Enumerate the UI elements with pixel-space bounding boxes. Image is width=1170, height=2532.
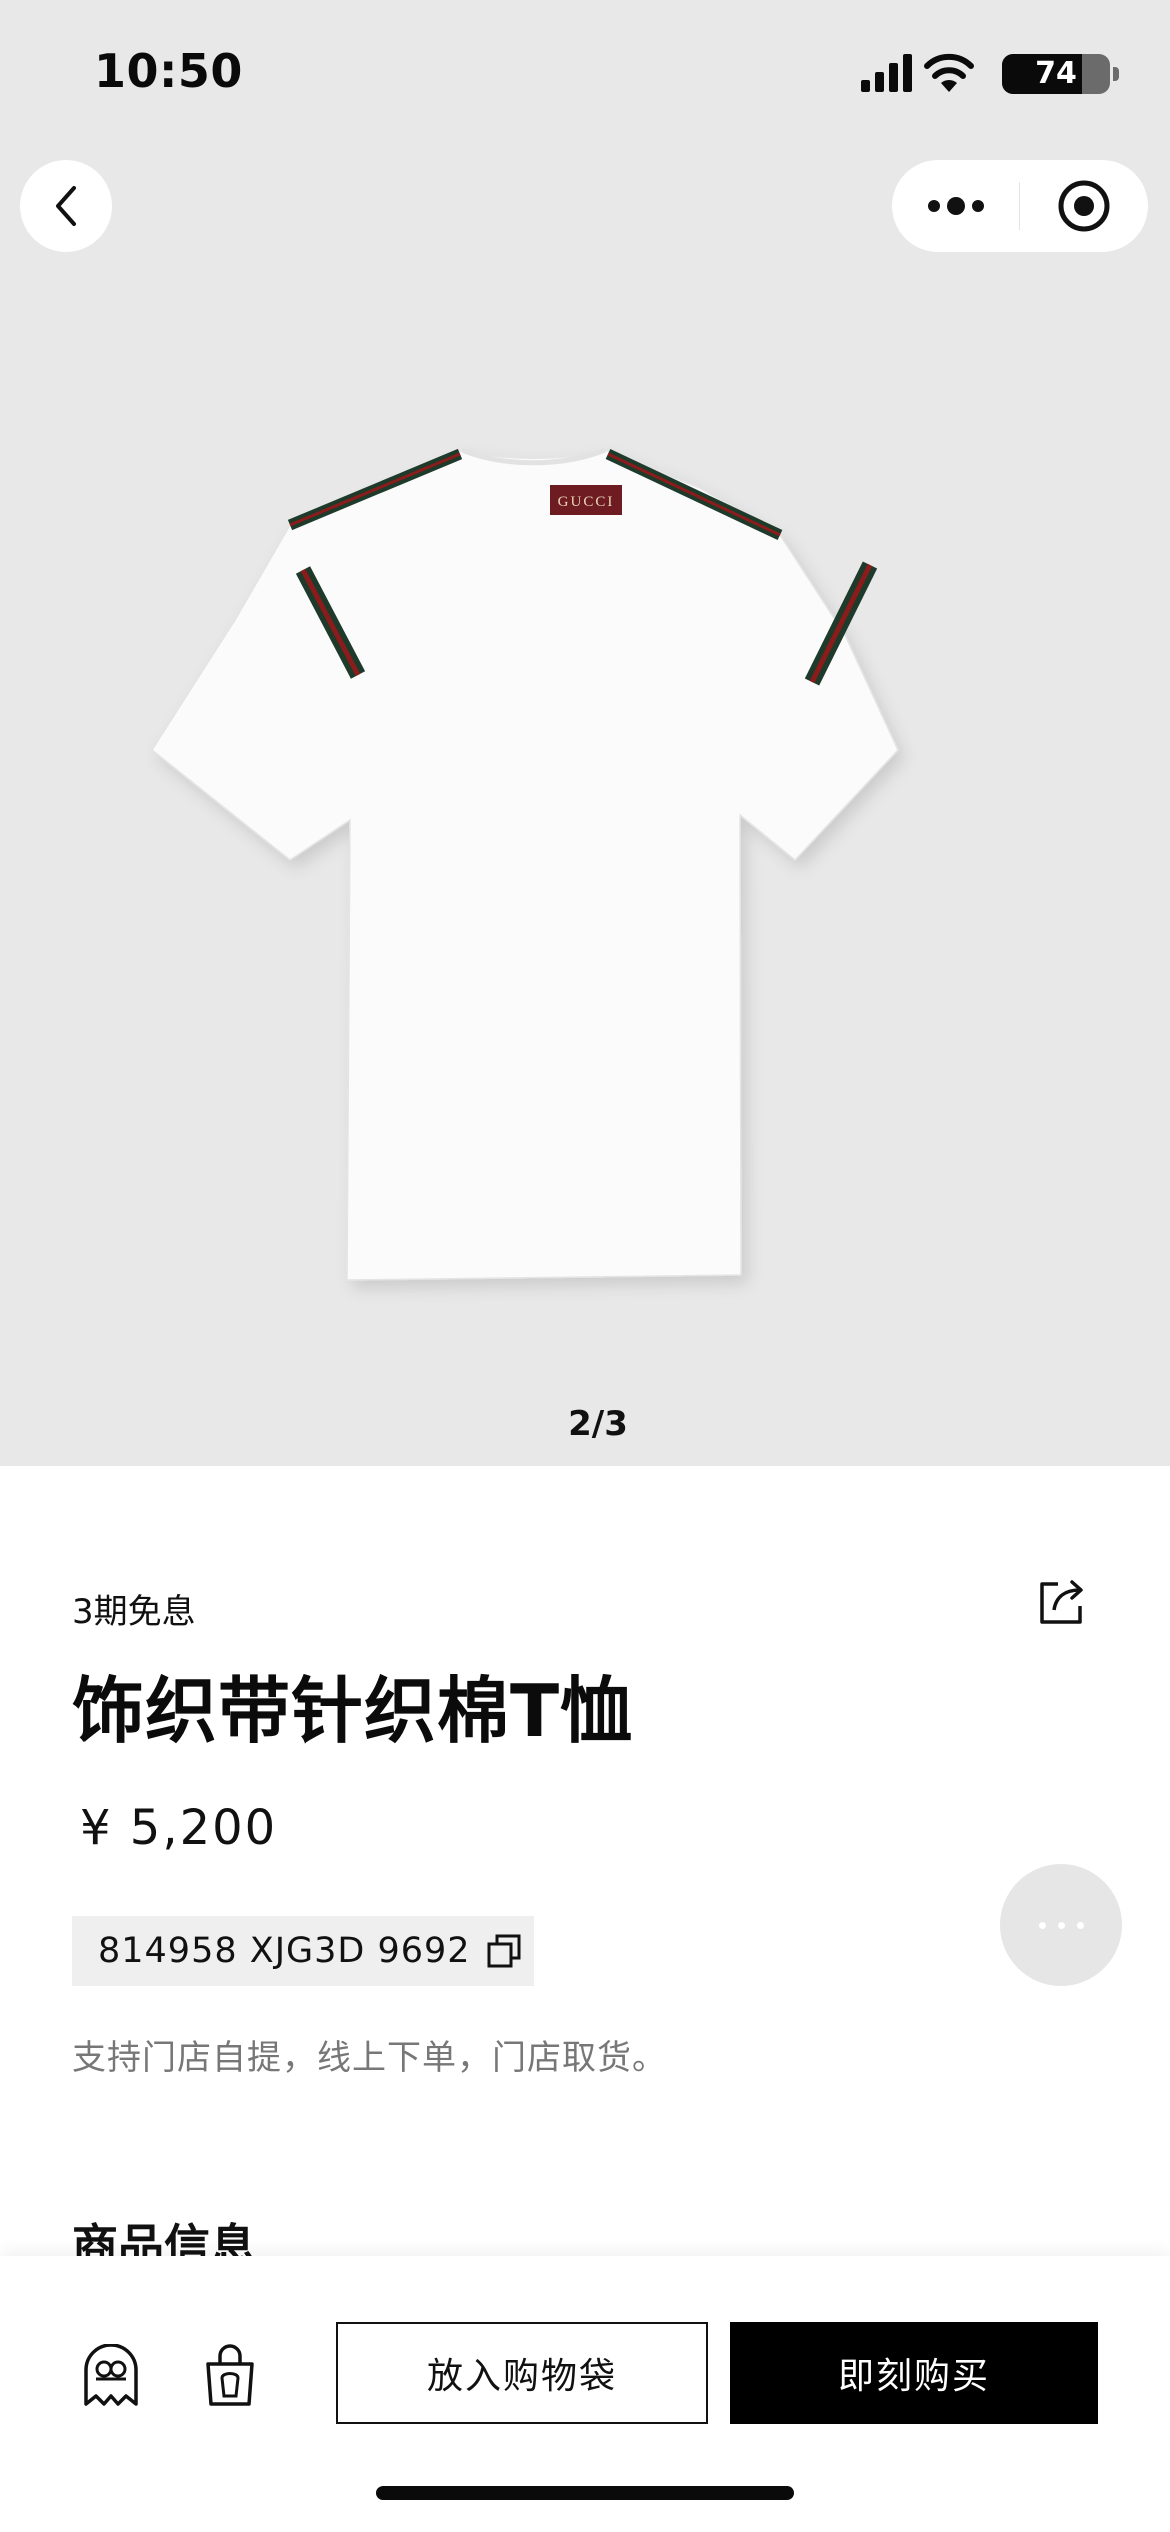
back-button[interactable] [20,160,112,252]
installment-badge: 3期免息 [72,1592,196,1632]
signal-icon [861,54,912,92]
capsule-more-button[interactable] [892,160,1019,252]
product-detail-page: 10:50 74 GUCCI 2/3 3期免息 饰织带针织棉T恤 ¥ 5,200… [0,0,1170,2532]
status-time: 10:50 [94,44,243,98]
close-target-icon [1058,180,1110,232]
ghost-icon[interactable] [80,2344,142,2408]
sku-code: 814958 XJG3D 9692 [98,1931,471,1971]
floating-more-button[interactable] [1000,1864,1122,1986]
ellipsis-icon-dot [1076,1921,1084,1929]
add-to-bag-button[interactable]: 放入购物袋 [336,2322,708,2424]
ellipsis-icon-dot [1057,1921,1065,1929]
sku-box[interactable]: 814958 XJG3D 9692 [72,1916,534,1986]
chevron-left-icon [56,186,76,226]
mini-program-capsule [892,160,1148,252]
product-gallery[interactable]: 10:50 74 GUCCI 2/3 [0,0,1170,1466]
share-icon[interactable] [1034,1574,1090,1630]
image-counter: 2/3 [568,1404,628,1444]
product-image-tshirt: GUCCI [151,447,899,1281]
copy-icon[interactable] [485,1932,523,1970]
brand-label-text: GUCCI [558,494,615,510]
pickup-note: 支持门店自提，线上下单，门店取货。 [72,2038,667,2078]
home-indicator[interactable] [376,2486,794,2500]
buy-now-button[interactable]: 即刻购买 [730,2322,1098,2424]
battery-level: 74 [1035,56,1077,91]
more-dots-icon [927,197,984,215]
ellipsis-icon-dot [1038,1921,1046,1929]
product-title: 饰织带针织棉T恤 [72,1669,634,1753]
product-price: ¥ 5,200 [80,1800,278,1856]
shopping-bag-icon[interactable] [202,2342,258,2408]
battery-icon: 74 [1002,54,1120,94]
status-bar: 10:50 74 [0,0,1170,150]
wifi-icon [924,53,974,92]
capsule-close-button[interactable] [1020,160,1148,252]
